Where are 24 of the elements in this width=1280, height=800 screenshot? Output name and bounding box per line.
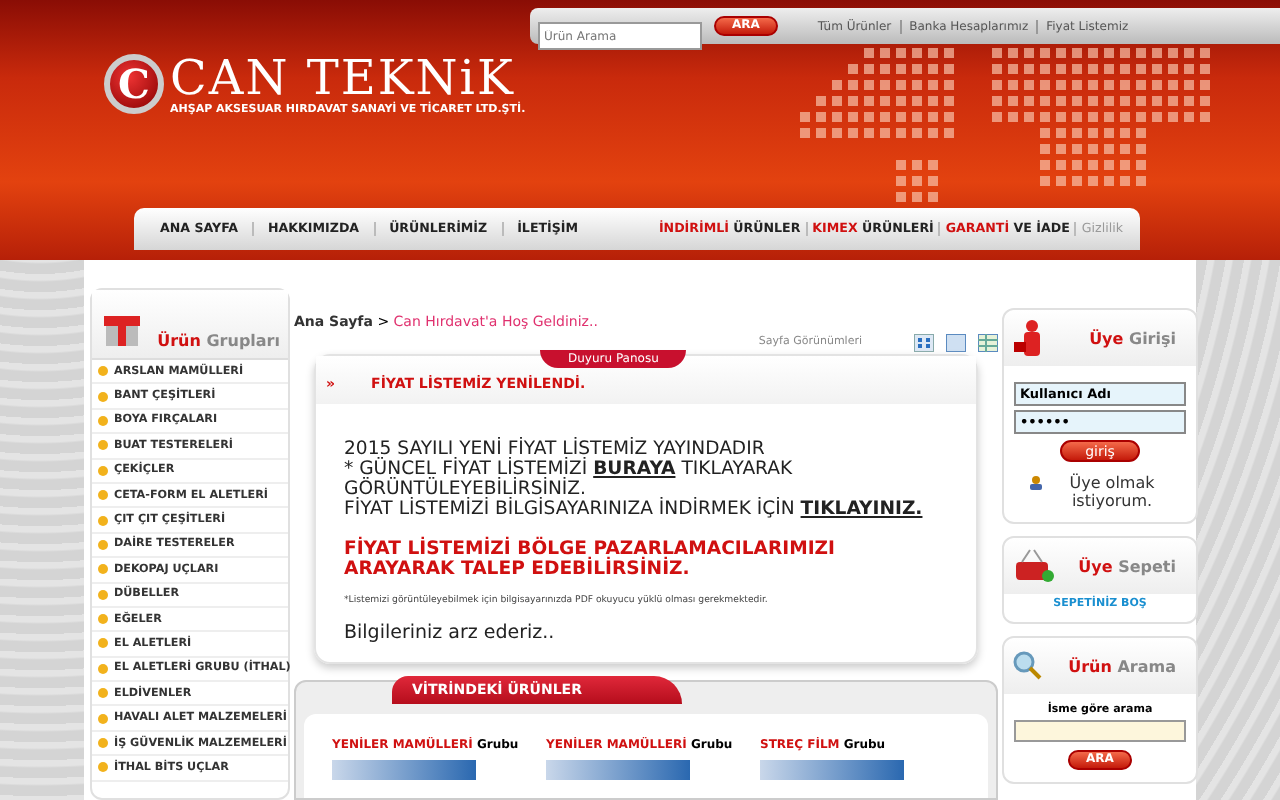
announcement-link[interactable]: TIKLAYINIZ.: [800, 497, 923, 520]
box-title: Ürün Arama: [1068, 657, 1176, 675]
user-lock-icon: [1012, 318, 1044, 358]
product-photo-placeholder: [546, 759, 690, 780]
user-add-icon: [1028, 474, 1046, 492]
name-search-field[interactable]: [1014, 720, 1186, 742]
announcement-line: 2015 SAYILI YENİ FİYAT LİSTEMİZ YAYINDADIR: [344, 439, 767, 460]
announcement-line: * GÜNCEL FİYAT LİSTEMİZİ BURAYA TIKLAYARAK GÖRÜNTÜLEYEBİLİRSİNİZ.: [344, 459, 795, 500]
search-icon: [1012, 650, 1044, 682]
box-title: Üye Girişi: [1089, 329, 1176, 347]
box-title: Ürün Grupları: [157, 332, 280, 350]
logo-emblem: C: [104, 54, 164, 114]
announcement-link[interactable]: BURAYA: [593, 457, 676, 480]
closing-text: Bilgileriniz arz ederiz..: [344, 621, 557, 644]
product-photo-placeholder: [760, 759, 904, 780]
logo-name: CAN TEKNiK: [170, 52, 515, 104]
product-photo-placeholder: [332, 759, 476, 780]
announcement-line: FİYAT LİSTEMİZİ BİLGİSAYARINIZA İNDİRMEK İÇİN TIKLAYINIZ.: [344, 499, 925, 520]
announcement-notice: FİYAT LİSTEMİZİ BÖLGE PAZARLAMACILARIMIZI ARAYARAK TALEP EDEBİLİRSİNİZ.: [344, 539, 837, 580]
box-title: Üye Sepeti: [1078, 557, 1176, 575]
basket-icon: [1012, 548, 1056, 584]
grid-view-icon[interactable]: [914, 333, 934, 352]
table-view-icon[interactable]: [978, 333, 998, 352]
register-link[interactable]: Üye olmak istiyorum.: [1052, 474, 1172, 510]
